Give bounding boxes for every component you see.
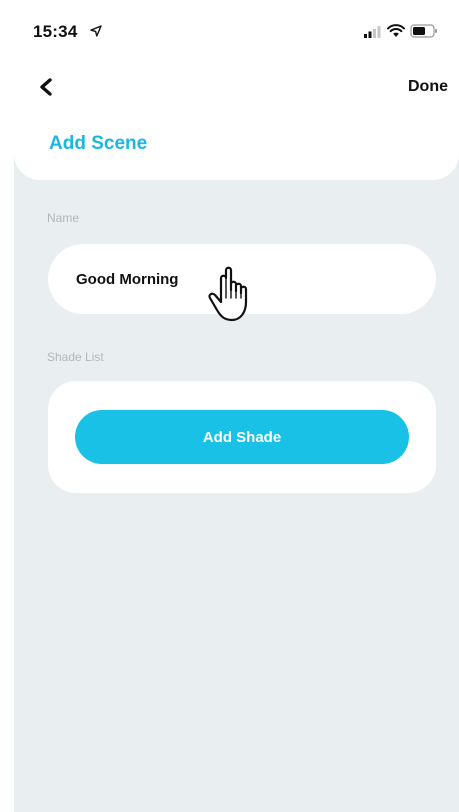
- signal-icon: [364, 26, 381, 38]
- header-card: 15:34 Done Add Scene: [14, 0, 459, 180]
- back-button[interactable]: [34, 74, 60, 100]
- add-shade-button[interactable]: Add Shade: [75, 410, 409, 464]
- status-time: 15:34: [33, 22, 78, 41]
- done-button[interactable]: Done: [408, 78, 448, 96]
- scene-name-input[interactable]: [76, 266, 396, 292]
- name-section-label: Name: [47, 211, 80, 225]
- chevron-left-icon: [40, 78, 52, 96]
- name-field-card[interactable]: [48, 244, 436, 314]
- app-screen: 15:34 Done Add Scene Name Good Morning S…: [14, 0, 459, 812]
- status-bar: 15:34: [14, 0, 459, 62]
- page-title: Add Scene: [49, 133, 148, 154]
- battery-icon: [410, 24, 437, 38]
- location-arrow-icon: [90, 25, 102, 37]
- shade-list-card: Add Shade: [48, 381, 436, 493]
- shade-list-label: Shade List: [47, 350, 104, 364]
- wifi-icon: [387, 24, 405, 37]
